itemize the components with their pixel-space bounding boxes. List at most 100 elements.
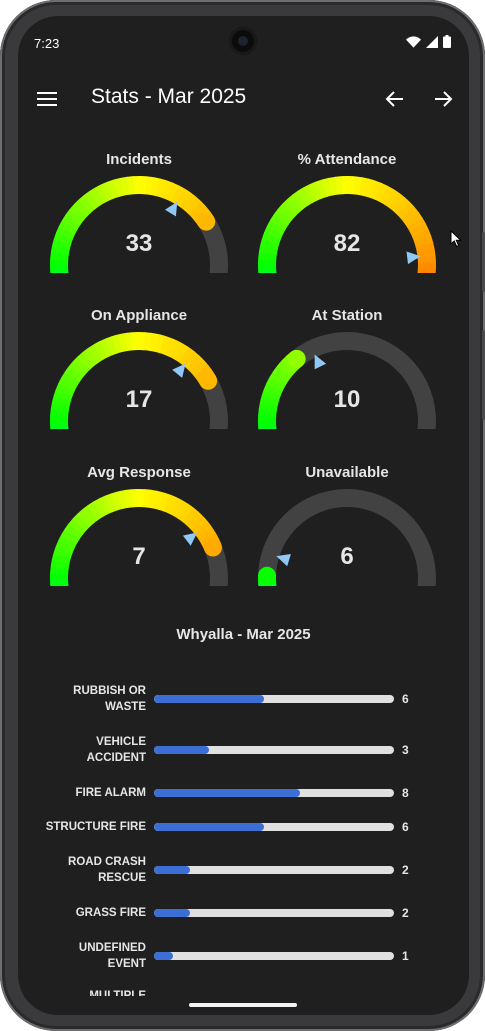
gauge-label: On Appliance bbox=[90, 307, 188, 324]
bar-row: VEHICLE ACCIDENT 3 bbox=[18, 732, 469, 768]
bar-count: 6 bbox=[402, 692, 409, 706]
bar-count: 3 bbox=[402, 743, 409, 757]
gauge-dial bbox=[50, 331, 228, 429]
bar-track bbox=[154, 789, 394, 797]
app-bar: Stats - Mar 2025 bbox=[18, 72, 469, 124]
gauge-fill-segment bbox=[98, 495, 113, 515]
gauge-fill-segment bbox=[196, 526, 216, 543]
gauge-fill-segment bbox=[104, 493, 118, 513]
gauge-fill-segment bbox=[173, 500, 189, 520]
gauge-dial bbox=[50, 176, 228, 273]
bar-fill bbox=[154, 746, 210, 754]
gauge-fill-segment bbox=[83, 190, 100, 210]
gauge-fill-segment bbox=[60, 528, 80, 544]
bar-label: GRASS FIRE bbox=[75, 907, 146, 919]
gauge-fill-segment bbox=[111, 491, 123, 511]
gauge-fill-segment bbox=[169, 340, 184, 360]
gauge-avg-response: Avg Response 7 bbox=[39, 464, 239, 614]
gauge-fill-segment bbox=[105, 336, 119, 356]
gauge-fill-segment bbox=[303, 184, 318, 204]
bar-label: FIRE ALARM bbox=[75, 787, 146, 799]
gauge-fill-segment bbox=[77, 351, 95, 370]
gauge-fill-segment bbox=[163, 494, 177, 514]
gauge-fill-segment bbox=[82, 347, 99, 367]
gauge-fill-segment bbox=[65, 209, 84, 226]
gauge-fill-segment bbox=[78, 194, 96, 214]
menu-button[interactable] bbox=[34, 86, 60, 112]
gauge-fill-segment bbox=[374, 182, 389, 203]
home-indicator[interactable] bbox=[189, 1003, 297, 1007]
gauge-fill-segment bbox=[87, 344, 104, 363]
gauge-fill-segment bbox=[286, 194, 304, 213]
gauge-fill-segment bbox=[388, 192, 406, 212]
gauge-fill-segment bbox=[193, 521, 213, 538]
gauge-fill-segment bbox=[281, 198, 300, 217]
gauge-fill-segment bbox=[88, 187, 105, 207]
gauge-attendance: % Attendance 82 bbox=[247, 151, 447, 301]
gauge-fill-segment bbox=[93, 340, 109, 361]
previous-month-button[interactable] bbox=[381, 85, 409, 113]
gauge-fill-segment bbox=[145, 176, 155, 196]
gauge-fill-segment bbox=[117, 490, 128, 510]
gauge-fill-segment bbox=[315, 179, 328, 199]
mouse-cursor-icon bbox=[450, 230, 462, 248]
gauge-fill-segment bbox=[369, 180, 383, 200]
arrow-left-icon bbox=[385, 91, 403, 107]
gauge-fill-segment bbox=[111, 334, 124, 354]
gauge-value: 33 bbox=[125, 230, 153, 257]
gauge-dial bbox=[49, 489, 228, 586]
gauge-fill-segment bbox=[277, 203, 296, 221]
gauge-fill-segment bbox=[168, 497, 183, 517]
gauge-fill-segment bbox=[353, 176, 363, 196]
gauge-marker bbox=[165, 201, 178, 217]
gauge-fill-segment bbox=[87, 501, 103, 521]
cut-off-bar-label: MULTIPLE bbox=[89, 990, 146, 996]
gauge-fill-segment bbox=[155, 178, 168, 198]
bar-fill bbox=[154, 909, 190, 917]
gauge-fill-segment bbox=[68, 518, 87, 536]
gauge-fill-segment bbox=[328, 176, 339, 196]
bar-count: 8 bbox=[402, 786, 409, 800]
section-title: Whyalla - Mar 2025 bbox=[176, 626, 311, 643]
gauge-fill-segment bbox=[148, 332, 159, 352]
gauge-fill-cap bbox=[287, 349, 306, 368]
gauge-fill-segment bbox=[269, 370, 289, 387]
gauge-fill-segment bbox=[100, 181, 115, 201]
bar-count: 2 bbox=[402, 906, 409, 920]
bar-fill bbox=[154, 866, 190, 874]
bar-track bbox=[154, 952, 394, 960]
bar-row: ROAD CRASH RESCUE 2 bbox=[18, 852, 469, 888]
next-month-button[interactable] bbox=[429, 85, 457, 113]
gauge-value: 17 bbox=[125, 386, 153, 413]
bar-label: UNDEFINED EVENT bbox=[78, 942, 146, 970]
wifi-icon bbox=[406, 35, 421, 48]
gauge-marker bbox=[172, 363, 186, 378]
gauge-fill-segment bbox=[123, 489, 134, 509]
bar-track bbox=[154, 823, 394, 831]
gauge-fill-segment bbox=[64, 523, 84, 540]
gauge-fill-segment bbox=[276, 360, 296, 378]
gauge-fill-segment bbox=[61, 371, 81, 387]
gauge-fill-segment bbox=[73, 199, 92, 217]
gauge-fill-segment bbox=[173, 343, 190, 363]
bar-count: 2 bbox=[402, 863, 409, 877]
gauge-fill-segment bbox=[150, 177, 161, 197]
gauge-fill-segment bbox=[358, 177, 370, 197]
gauge-fill-segment bbox=[143, 332, 153, 351]
arrow-right-icon bbox=[435, 91, 453, 107]
bar-label: RUBBISH OR WASTE bbox=[73, 685, 146, 713]
gauge-fill-segment bbox=[269, 214, 289, 230]
battery-icon bbox=[443, 35, 451, 48]
gauge-fill-segment bbox=[384, 189, 400, 208]
gauge-fill-segment bbox=[190, 516, 209, 534]
gauge-dial bbox=[258, 489, 436, 586]
gauge-dial bbox=[258, 176, 436, 273]
gauge-fill-segment bbox=[72, 513, 91, 531]
bar-row: STRUCTURE FIRE 6 bbox=[18, 809, 469, 845]
gauge-fill-segment bbox=[142, 489, 152, 508]
gauge-fill-segment bbox=[118, 333, 129, 352]
gauge-fill-segment bbox=[406, 217, 427, 233]
page-title: Stats - Mar 2025 bbox=[91, 85, 247, 108]
gauge-fill-segment bbox=[291, 190, 309, 210]
status-bar: 7:23 bbox=[18, 16, 469, 70]
